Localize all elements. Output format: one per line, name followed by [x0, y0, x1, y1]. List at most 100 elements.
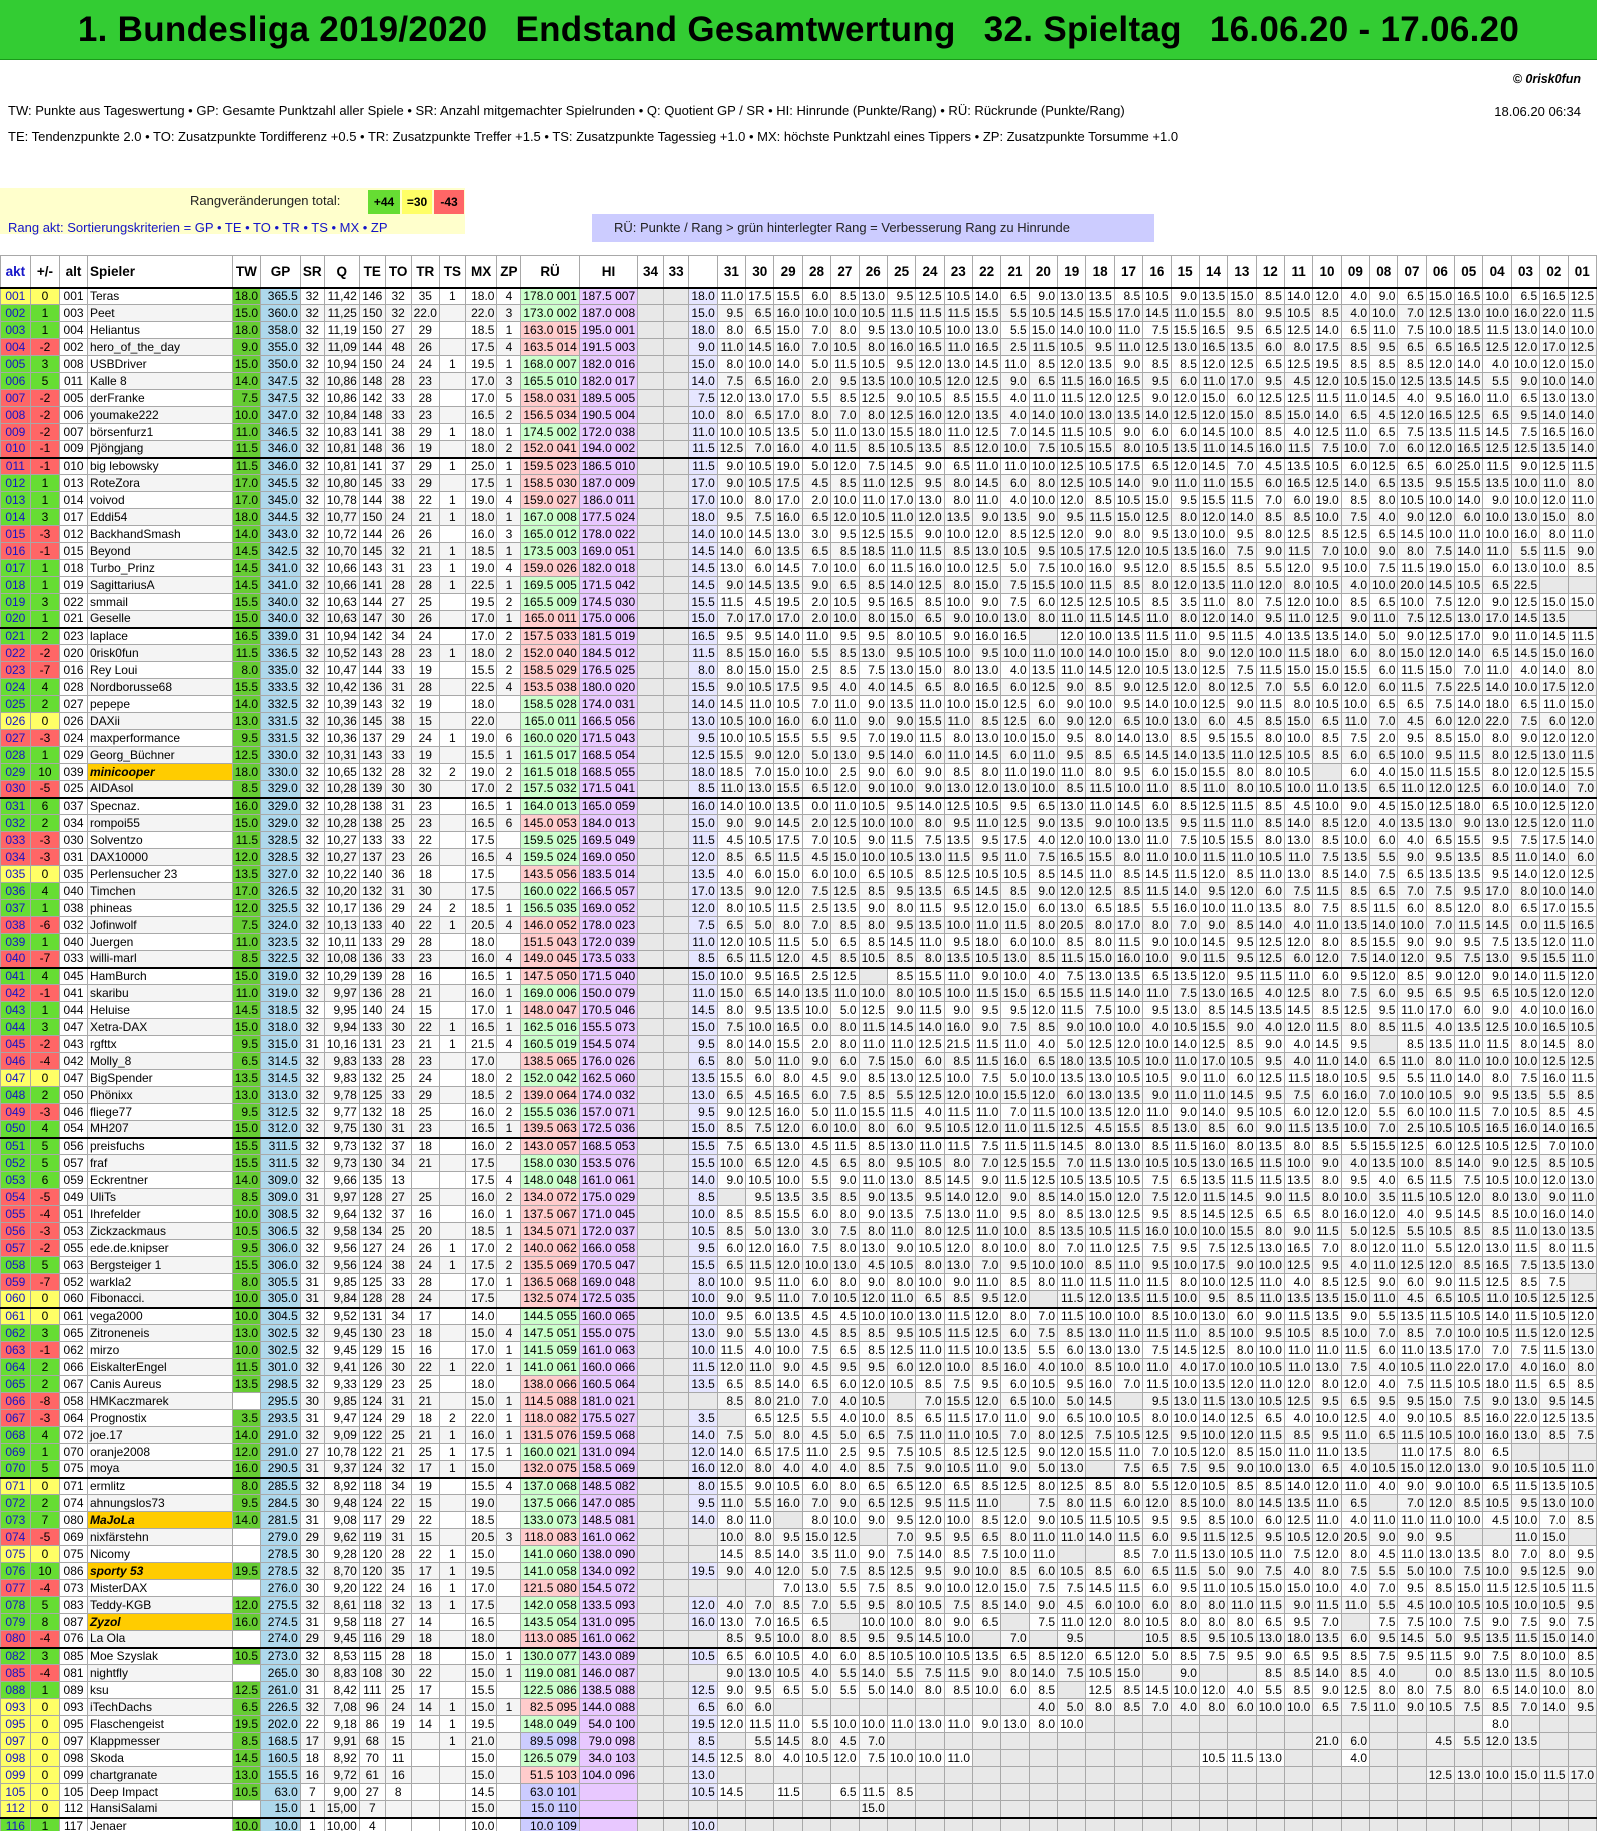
cell-md: 14.5 [1227, 1086, 1257, 1104]
cell-player: ahnungslos73 [86, 1494, 233, 1512]
cell-sr: 1 [299, 1817, 325, 1831]
cell-ts [438, 1477, 466, 1495]
cell-tw: 13.5 [231, 1375, 262, 1393]
cell-player: Eddi54 [86, 508, 233, 526]
cell-gp: 343.0 [260, 525, 301, 543]
cell-md: 18.0 [971, 933, 1002, 951]
cell-md [637, 1664, 664, 1682]
cell-md: 8.5 [1312, 304, 1342, 322]
cell-akt: 033 [0, 831, 31, 849]
cell-md: 6.0 [801, 1086, 832, 1104]
cell-hi: 150.0 079 [578, 984, 639, 1002]
cell-md [971, 1630, 1002, 1648]
cell-sr: 31 [299, 1409, 325, 1427]
cell-md: 10.0 [1340, 1120, 1371, 1138]
cell-md: 17.0 [1567, 1766, 1597, 1784]
cell-md: 6.5 [745, 848, 775, 866]
cell-md: 4.0 [1340, 1511, 1371, 1529]
cell-md: 6.0 [801, 712, 832, 730]
cell-md: 13.5 [688, 1375, 718, 1393]
cell-md: 8.5 [716, 1205, 747, 1223]
cell-sr: 32 [299, 457, 325, 475]
cell-md: 12.0 [1369, 1239, 1399, 1257]
cell-hi: 161.0 061 [578, 1171, 639, 1189]
cell-ts: 1 [438, 1562, 466, 1580]
cell-ts: 1 [438, 1579, 466, 1597]
cell-gp: 15.0 [260, 1800, 301, 1818]
cell-md: 14.5 [1255, 1494, 1285, 1512]
cell-diff: 1 [29, 899, 61, 917]
cell-sr: 17 [299, 1732, 325, 1750]
cell-diff: 5 [29, 1137, 61, 1155]
cell-ts: 1 [438, 508, 466, 526]
cell-md: 13.5 [773, 576, 803, 594]
cell-md: 18.5 [1454, 321, 1484, 339]
cell-md: 5.5 [886, 1086, 917, 1104]
cell-to: 32 [384, 695, 412, 713]
cell-to: 28 [384, 1545, 412, 1563]
cell-md: 9.0 [1000, 1460, 1030, 1478]
cell-md: 6.5 [830, 933, 860, 951]
cell-md: 15.5 [688, 1137, 718, 1155]
cell-zp: 2 [496, 627, 522, 645]
cell-q: 10,63 [323, 610, 360, 628]
cell-md: 9.5 [1369, 1392, 1399, 1410]
cell-md: 10.5 [1482, 1137, 1512, 1155]
cell-md: 7.5 [1539, 1273, 1569, 1291]
cell-zp [496, 865, 522, 883]
cell-md: 19.5 [688, 1715, 718, 1733]
table-row: 027 -3 024 maxperformance 9.5 331.5 32 10,36 137… [0, 729, 1597, 747]
cell-md: 11.0 [1255, 865, 1285, 883]
cell-md: 6.0 [1170, 372, 1200, 390]
cell-akt: 053 [0, 1171, 31, 1189]
cell-to: 30 [384, 1018, 412, 1036]
cell-md [1113, 1783, 1144, 1801]
cell-md: 14.0 [1340, 865, 1371, 883]
cell-md: 6.5 [801, 542, 832, 560]
cell-tr: 17 [410, 1307, 440, 1325]
cell-alt: 025 [59, 780, 88, 798]
cell-md [1283, 1817, 1314, 1831]
cell-md [637, 1596, 664, 1614]
cell-mx: 16.0 [464, 950, 498, 968]
cell-md: 9.0 [1000, 1188, 1030, 1206]
cell-md: 16.0 [943, 1018, 974, 1036]
cell-md: 6.5 [1369, 882, 1399, 900]
cell-md: 6.5 [1340, 1392, 1371, 1410]
cell-md [637, 1324, 664, 1342]
cell-md: 9.0 [1255, 1647, 1285, 1665]
cell-diff: 1 [29, 321, 61, 339]
cell-md: 8.5 [1085, 491, 1115, 509]
cell-md: 10.0 [1227, 423, 1257, 441]
cell-md: 15.5 [971, 304, 1002, 322]
cell-ts [438, 1783, 466, 1801]
cell-player: Georg_Büchner [86, 746, 233, 764]
cell-md [688, 1630, 718, 1648]
cell-ts [438, 1171, 466, 1189]
cell-md [662, 1477, 690, 1495]
cell-md: 6.0 [801, 865, 832, 883]
cell-md: 11.0 [716, 287, 747, 305]
cell-md: 16.0 [1539, 1205, 1569, 1223]
cell-md: 9.0 [716, 1290, 747, 1308]
cell-ts [438, 1103, 466, 1121]
cell-md: 11.0 [1397, 1239, 1427, 1257]
cell-md: 17.0 [1425, 1001, 1456, 1019]
cell-md: 7.5 [1369, 1647, 1399, 1665]
cell-md: 8.5 [1454, 1409, 1484, 1427]
cell-to [384, 1817, 412, 1831]
cell-ts: 1 [438, 1426, 466, 1444]
cell-ts: 1 [438, 1596, 466, 1614]
cell-ru: 138.5 065 [520, 1052, 580, 1070]
table-row: 022 -2 020 0risk0fun 11.5 336.5 32 10,52 143 28 23… [0, 644, 1597, 662]
cell-md [1567, 1783, 1597, 1801]
cell-md: 5.5 [1000, 304, 1030, 322]
cell-mx: 15.0 [464, 1698, 498, 1716]
cell-md: 11.5 [1057, 389, 1087, 407]
cell-hi: 162.5 060 [578, 1069, 639, 1087]
cell-md: 13.5 [1312, 1630, 1342, 1648]
cell-md: 11.5 [1539, 1766, 1569, 1784]
cell-tr: 21 [410, 1035, 440, 1053]
cell-md [637, 644, 664, 662]
cell-md [637, 1681, 664, 1699]
